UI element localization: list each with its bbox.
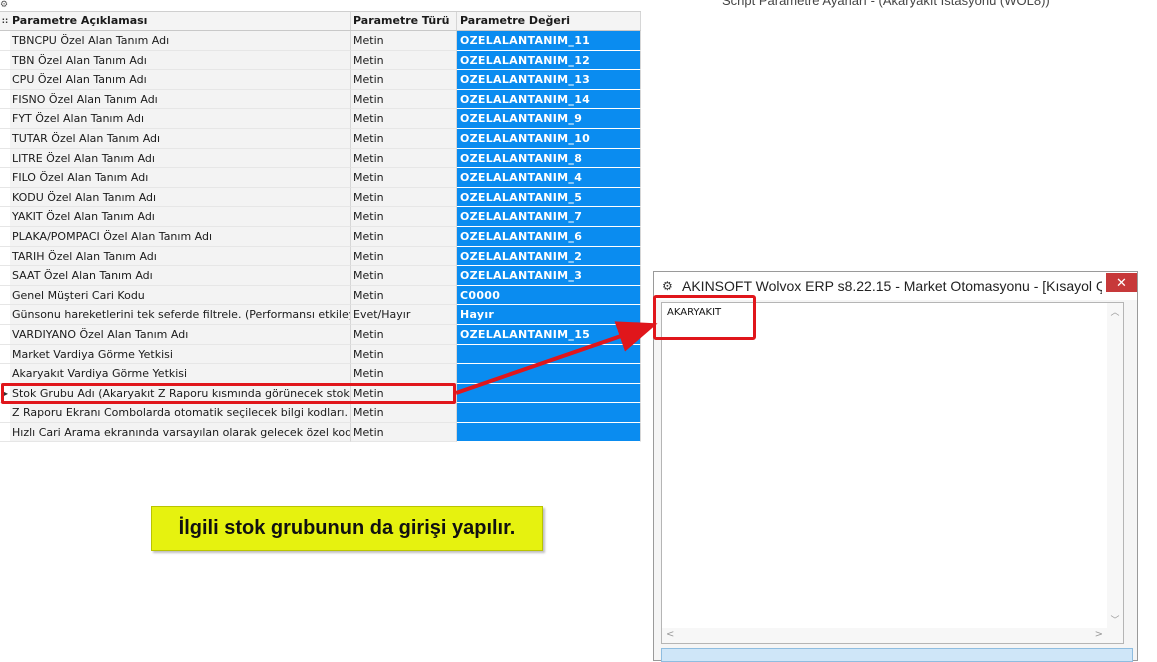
arrow-line: [455, 321, 658, 395]
annotation-arrow: [455, 321, 658, 395]
